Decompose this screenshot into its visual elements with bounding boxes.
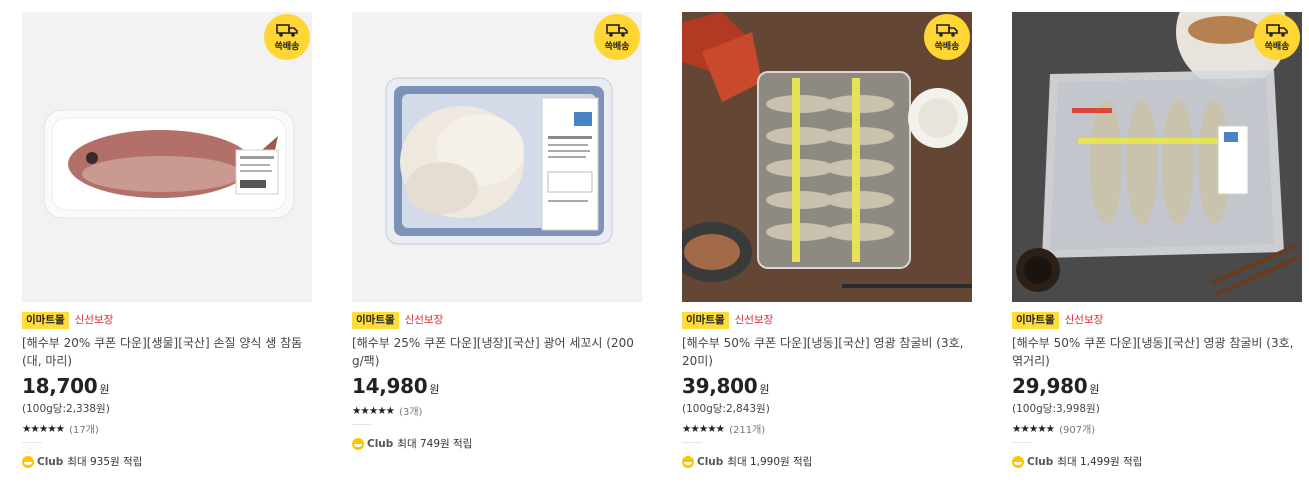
badge-label: 쓱배송 [934, 41, 960, 52]
product-image [682, 12, 972, 302]
club-label: Club [367, 437, 394, 450]
price-row: 18,700 원 [22, 374, 110, 398]
product-image [1012, 12, 1302, 302]
unit-price: (100g당:3,998원) [1012, 403, 1100, 415]
mall-tag: 이마트몰 [22, 312, 69, 329]
currency-unit: 원 [429, 383, 440, 396]
tag-row: 이마트몰 신선보장 [22, 312, 113, 329]
truck-icon [936, 23, 958, 37]
ssg-delivery-badge: 쓱배송 [264, 14, 310, 60]
club-reward: Club 최대 935원 적립 [22, 454, 142, 469]
rating: ★★★★★ (3개) [352, 403, 422, 419]
product-image-link[interactable]: 쓱배송 [682, 12, 972, 302]
club-label: Club [697, 455, 724, 468]
rating: ★★★★★ (17개) [22, 421, 99, 437]
club-icon [682, 455, 694, 468]
club-icon [1012, 455, 1024, 468]
review-count[interactable]: (211개) [729, 421, 765, 436]
unit-price: (100g당:2,338원) [22, 403, 110, 415]
mall-tag: 이마트몰 [352, 312, 399, 329]
ssg-delivery-badge: 쓱배송 [1254, 14, 1300, 60]
star-rating-icon: ★★★★★ [22, 422, 65, 435]
fresh-guarantee-tag: 신선보장 [74, 314, 114, 326]
fresh-guarantee-tag: 신선보장 [1064, 314, 1104, 326]
price: 18,700 [22, 374, 98, 398]
rating: ★★★★★ (211개) [682, 421, 765, 437]
mall-tag: 이마트몰 [1012, 312, 1059, 329]
product-title[interactable]: [해수부 25% 쿠폰 다운][냉장][국산] 광어 세꼬시 (200g/팩) [352, 334, 636, 370]
product-card[interactable]: 쓱배송 이마트몰 신선보장 [해수부 50% 쿠폰 다운][냉동][국산] 영광… [682, 12, 972, 482]
divider [352, 424, 372, 425]
divider [1012, 442, 1032, 443]
product-image-link[interactable]: 쓱배송 [22, 12, 312, 302]
club-icon [22, 455, 34, 468]
truck-icon [276, 23, 298, 37]
star-rating-icon: ★★★★★ [682, 422, 725, 435]
truck-icon [1266, 23, 1288, 37]
club-reward-text: 최대 935원 적립 [67, 456, 143, 468]
price-row: 39,800 원 [682, 374, 770, 398]
currency-unit: 원 [1089, 383, 1100, 396]
badge-label: 쓱배송 [274, 41, 300, 52]
club-icon [352, 437, 364, 450]
product-title[interactable]: [해수부 50% 쿠폰 다운][냉동][국산] 영광 참굴비 (3호, 엮거리) [1012, 334, 1296, 370]
product-image [22, 12, 312, 302]
star-rating-icon: ★★★★★ [352, 404, 395, 417]
club-reward-text: 최대 1,499원 적립 [1057, 456, 1143, 468]
ssg-delivery-badge: 쓱배송 [924, 14, 970, 60]
currency-unit: 원 [759, 383, 770, 396]
fresh-guarantee-tag: 신선보장 [734, 314, 774, 326]
unit-price: (100g당:2,843원) [682, 403, 770, 415]
ssg-delivery-badge: 쓱배송 [594, 14, 640, 60]
product-card[interactable]: 쓱배송 이마트몰 신선보장 [해수부 25% 쿠폰 다운][냉장][국산] 광어… [352, 12, 642, 482]
product-image-link[interactable]: 쓱배송 [352, 12, 642, 302]
star-rating-icon: ★★★★★ [1012, 422, 1055, 435]
truck-icon [606, 23, 628, 37]
club-label: Club [1027, 455, 1054, 468]
tag-row: 이마트몰 신선보장 [682, 312, 773, 329]
price: 29,980 [1012, 374, 1088, 398]
badge-label: 쓱배송 [604, 41, 630, 52]
club-reward: Club 최대 749원 적립 [352, 436, 472, 451]
price: 39,800 [682, 374, 758, 398]
review-count[interactable]: (907개) [1059, 421, 1095, 436]
fresh-guarantee-tag: 신선보장 [404, 314, 444, 326]
tag-row: 이마트몰 신선보장 [1012, 312, 1103, 329]
rating: ★★★★★ (907개) [1012, 421, 1095, 437]
club-reward-text: 최대 1,990원 적립 [727, 456, 813, 468]
price-row: 29,980 원 [1012, 374, 1100, 398]
tag-row: 이마트몰 신선보장 [352, 312, 443, 329]
product-title[interactable]: [해수부 20% 쿠폰 다운][생물][국산] 손질 양식 생 참돔 (대, 마… [22, 334, 306, 370]
divider [22, 442, 42, 443]
product-card[interactable]: 쓱배송 이마트몰 신선보장 [해수부 50% 쿠폰 다운][냉동][국산] 영광… [1012, 12, 1302, 482]
club-reward: Club 최대 1,990원 적립 [682, 454, 812, 469]
mall-tag: 이마트몰 [682, 312, 729, 329]
club-reward: Club 최대 1,499원 적립 [1012, 454, 1142, 469]
product-image-link[interactable]: 쓱배송 [1012, 12, 1302, 302]
currency-unit: 원 [99, 383, 110, 396]
club-reward-text: 최대 749원 적립 [397, 438, 473, 450]
club-label: Club [37, 455, 64, 468]
product-title[interactable]: [해수부 50% 쿠폰 다운][냉동][국산] 영광 참굴비 (3호, 20미) [682, 334, 966, 370]
product-image [352, 12, 642, 302]
product-grid: 쓱배송 이마트몰 신선보장 [해수부 20% 쿠폰 다운][생물][국산] 손질… [0, 0, 1309, 487]
review-count[interactable]: (3개) [399, 403, 422, 418]
review-count[interactable]: (17개) [69, 421, 99, 436]
badge-label: 쓱배송 [1264, 41, 1290, 52]
price: 14,980 [352, 374, 428, 398]
product-card[interactable]: 쓱배송 이마트몰 신선보장 [해수부 20% 쿠폰 다운][생물][국산] 손질… [22, 12, 312, 482]
divider [682, 442, 702, 443]
price-row: 14,980 원 [352, 374, 440, 398]
